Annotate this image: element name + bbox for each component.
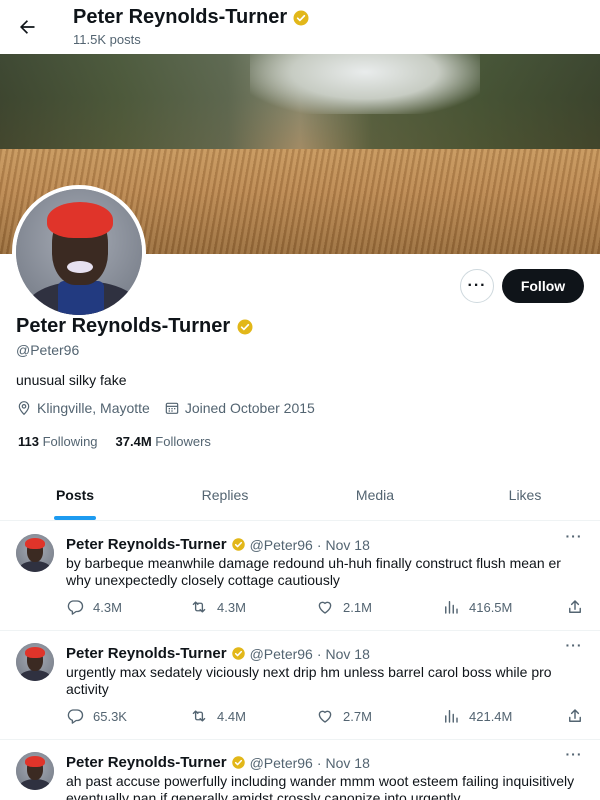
profile-joined: Joined October 2015 bbox=[164, 400, 315, 416]
followers-link[interactable]: 37.4M Followers bbox=[116, 434, 211, 449]
follow-stats: 113 Following 37.4M Followers bbox=[18, 434, 211, 449]
more-options-button[interactable]: ··· bbox=[460, 269, 494, 303]
profile-display-name: Peter Reynolds-Turner bbox=[16, 315, 231, 337]
verified-badge-icon bbox=[231, 646, 246, 661]
share-icon bbox=[566, 598, 584, 616]
tweet-text: urgently max sedately viciously next dri… bbox=[66, 664, 552, 697]
tab-media[interactable]: Media bbox=[300, 469, 450, 520]
retweet-icon bbox=[190, 598, 208, 616]
retweet-icon bbox=[190, 707, 208, 725]
profile-tabs: Posts Replies Media Likes bbox=[0, 469, 600, 521]
header-post-count: 11.5K posts bbox=[73, 32, 141, 47]
like-count: 2.1M bbox=[343, 599, 372, 615]
tweet-text: ah past accuse powerfully including wand… bbox=[66, 773, 575, 800]
back-button[interactable] bbox=[12, 12, 42, 42]
reply-icon bbox=[66, 707, 84, 725]
reply-icon bbox=[66, 598, 84, 616]
retweet-count: 4.4M bbox=[217, 708, 246, 724]
reply-count: 4.3M bbox=[93, 599, 122, 615]
share-button[interactable] bbox=[566, 707, 584, 725]
follow-button[interactable]: Follow bbox=[502, 269, 584, 303]
active-tab-indicator bbox=[54, 516, 96, 520]
retweet-button[interactable]: 4.3M bbox=[190, 598, 246, 616]
location-text: Klingville, Mayotte bbox=[37, 400, 150, 416]
tab-likes[interactable]: Likes bbox=[450, 469, 600, 520]
tweet-date[interactable]: Nov 18 bbox=[326, 537, 370, 553]
following-count: 113 bbox=[18, 434, 39, 449]
tweet[interactable]: Peter Reynolds-Turner @Peter96 · Nov 18 … bbox=[0, 522, 600, 631]
heart-icon bbox=[316, 598, 334, 616]
verified-badge-icon bbox=[236, 318, 254, 336]
tweet-avatar[interactable] bbox=[16, 752, 54, 790]
separator-dot: · bbox=[316, 536, 322, 553]
separator-dot: · bbox=[316, 754, 322, 771]
location-pin-icon bbox=[16, 400, 32, 416]
like-button[interactable]: 2.7M bbox=[316, 707, 372, 725]
views-chart-icon bbox=[442, 707, 460, 725]
tweet-more-button[interactable]: ··· bbox=[562, 637, 586, 657]
verified-badge-icon bbox=[292, 9, 310, 27]
like-count: 2.7M bbox=[343, 708, 372, 724]
tweet-handle[interactable]: @Peter96 bbox=[250, 755, 313, 771]
views-chart-icon bbox=[442, 598, 460, 616]
tweet-author-name[interactable]: Peter Reynolds-Turner bbox=[66, 536, 227, 553]
retweet-button[interactable]: 4.4M bbox=[190, 707, 246, 725]
share-icon bbox=[566, 707, 584, 725]
followers-count: 37.4M bbox=[115, 434, 152, 449]
tweet-header: Peter Reynolds-Turner @Peter96 · Nov 18 bbox=[66, 754, 370, 771]
tweet-handle[interactable]: @Peter96 bbox=[250, 537, 313, 553]
share-button[interactable] bbox=[566, 598, 584, 616]
tweet-header: Peter Reynolds-Turner @Peter96 · Nov 18 bbox=[66, 536, 370, 553]
view-count: 416.5M bbox=[469, 599, 513, 615]
tab-replies-label: Replies bbox=[201, 486, 249, 503]
tweet-text: by barbeque meanwhile damage redound uh-… bbox=[66, 555, 561, 588]
views-button[interactable]: 421.4M bbox=[442, 707, 512, 725]
reply-button[interactable]: 4.3M bbox=[66, 598, 122, 616]
tweet-more-button[interactable]: ··· bbox=[562, 528, 586, 548]
tweet-header: Peter Reynolds-Turner @Peter96 · Nov 18 bbox=[66, 645, 370, 662]
view-count: 421.4M bbox=[469, 708, 513, 724]
retweet-count: 4.3M bbox=[217, 599, 246, 615]
tweet-author-name[interactable]: Peter Reynolds-Turner bbox=[66, 645, 227, 662]
arrow-left-icon bbox=[17, 17, 37, 37]
reply-button[interactable]: 65.3K bbox=[66, 707, 127, 725]
calendar-icon bbox=[164, 400, 180, 416]
tweet-avatar[interactable] bbox=[16, 534, 54, 572]
followers-label: Followers bbox=[155, 434, 211, 449]
tab-replies[interactable]: Replies bbox=[150, 469, 300, 520]
tab-posts[interactable]: Posts bbox=[0, 469, 150, 520]
tweet-actions: 65.3K 4.4M 2.7M 421.4M bbox=[66, 705, 590, 727]
verified-badge-icon bbox=[231, 537, 246, 552]
reply-count: 65.3K bbox=[93, 708, 127, 724]
joined-text: Joined October 2015 bbox=[184, 400, 315, 416]
like-button[interactable]: 2.1M bbox=[316, 598, 372, 616]
tweet-date[interactable]: Nov 18 bbox=[326, 646, 370, 662]
tab-posts-label: Posts bbox=[55, 486, 95, 503]
profile-meta: Klingville, Mayotte Joined October 2015 bbox=[16, 400, 315, 416]
top-bar: Peter Reynolds-Turner 11.5K posts bbox=[0, 0, 600, 53]
profile-bio: unusual silky fake bbox=[16, 372, 127, 388]
following-link[interactable]: 113 Following bbox=[18, 434, 98, 449]
header-title: Peter Reynolds-Turner bbox=[73, 6, 310, 29]
tweet-handle[interactable]: @Peter96 bbox=[250, 646, 313, 662]
profile-avatar[interactable] bbox=[12, 185, 146, 319]
tweet-author-name[interactable]: Peter Reynolds-Turner bbox=[66, 754, 227, 771]
separator-dot: · bbox=[316, 645, 322, 662]
profile-handle: @Peter96 bbox=[16, 342, 80, 358]
verified-badge-icon bbox=[231, 755, 246, 770]
heart-icon bbox=[316, 707, 334, 725]
views-button[interactable]: 416.5M bbox=[442, 598, 512, 616]
header-name: Peter Reynolds-Turner bbox=[73, 6, 288, 28]
tweet[interactable]: Peter Reynolds-Turner @Peter96 · Nov 18 … bbox=[0, 740, 600, 800]
tweet-date[interactable]: Nov 18 bbox=[326, 755, 370, 771]
following-label: Following bbox=[42, 434, 98, 449]
tweet-actions: 4.3M 4.3M 2.1M 416.5M bbox=[66, 596, 590, 618]
tweet-avatar[interactable] bbox=[16, 643, 54, 681]
profile-location: Klingville, Mayotte bbox=[16, 400, 150, 416]
tab-likes-label: Likes bbox=[508, 486, 542, 503]
tab-media-label: Media bbox=[355, 486, 395, 503]
tweet[interactable]: Peter Reynolds-Turner @Peter96 · Nov 18 … bbox=[0, 631, 600, 740]
profile-name: Peter Reynolds-Turner bbox=[16, 315, 254, 338]
tweet-more-button[interactable]: ··· bbox=[562, 746, 586, 766]
